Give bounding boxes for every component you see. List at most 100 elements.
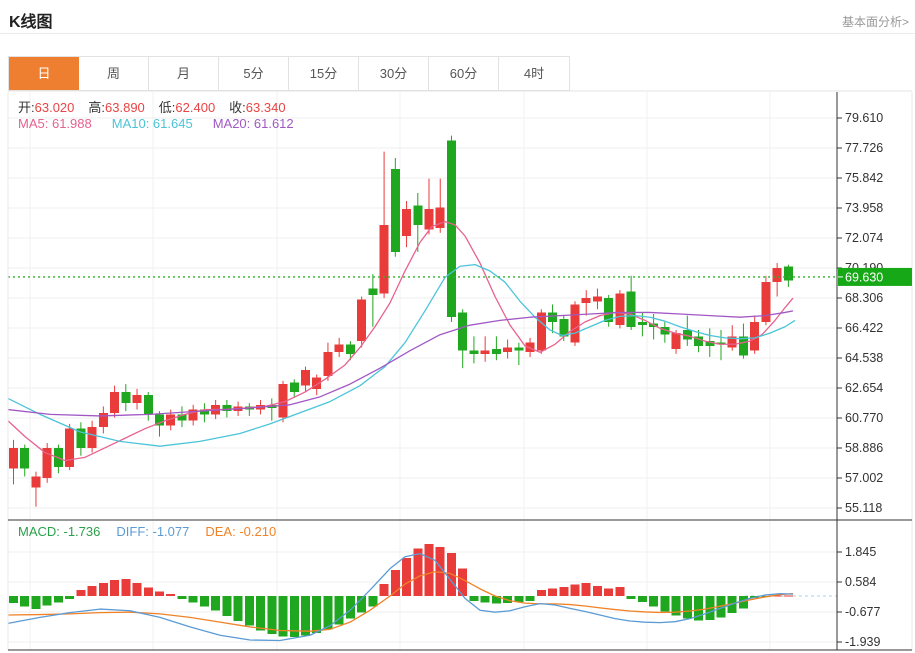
macd-bar bbox=[234, 596, 243, 621]
diff-value: DIFF: -1.077 bbox=[116, 524, 189, 539]
header-divider bbox=[0, 33, 915, 34]
candle-body bbox=[458, 312, 467, 350]
macd-bar bbox=[245, 596, 254, 626]
macd-bar bbox=[593, 586, 602, 596]
candle-body bbox=[380, 225, 389, 293]
y-axis-label: 77.726 bbox=[845, 141, 883, 155]
macd-bar bbox=[144, 588, 153, 596]
candle-body bbox=[469, 351, 478, 354]
macd-info: MACD: -1.736DIFF: -1.077DEA: -0.210 bbox=[18, 524, 292, 539]
ohlc-item-3: 收:63.340 bbox=[229, 100, 285, 115]
candle-body bbox=[301, 370, 310, 386]
macd-bar bbox=[784, 596, 793, 597]
candle-body bbox=[615, 293, 624, 325]
tab-30分[interactable]: 30分 bbox=[359, 57, 429, 90]
macd-bar bbox=[155, 592, 164, 596]
candle-body bbox=[335, 344, 344, 352]
candle-body bbox=[121, 392, 130, 403]
page-title: K线图 bbox=[9, 8, 53, 32]
candle-body bbox=[391, 169, 400, 252]
y-axis-label: 0.584 bbox=[845, 575, 876, 589]
macd-bar bbox=[425, 544, 434, 596]
macd-bar bbox=[65, 596, 74, 599]
macd-bar bbox=[43, 596, 52, 606]
candle-body bbox=[88, 427, 97, 448]
macd-bar bbox=[200, 596, 209, 607]
y-axis-label: 72.074 bbox=[845, 231, 883, 245]
candle-body bbox=[133, 395, 142, 403]
macd-bar bbox=[99, 583, 108, 596]
ma-info: MA5: 61.988MA10: 61.645MA20: 61.612 bbox=[18, 116, 314, 131]
macd-bar bbox=[121, 579, 130, 596]
macd-bar bbox=[660, 596, 669, 611]
macd-bar bbox=[380, 584, 389, 596]
candle-body bbox=[537, 312, 546, 350]
candle-body bbox=[582, 298, 591, 303]
macd-bar bbox=[20, 596, 29, 607]
macd-bar bbox=[683, 596, 692, 619]
y-axis-label: 68.306 bbox=[845, 291, 883, 305]
tab-周[interactable]: 周 bbox=[79, 57, 149, 90]
macd-bar bbox=[526, 596, 535, 601]
candle-body bbox=[447, 140, 456, 317]
macd-value: MACD: -1.736 bbox=[18, 524, 100, 539]
macd-bar bbox=[537, 590, 546, 596]
tab-4时[interactable]: 4时 bbox=[499, 57, 569, 90]
macd-bar bbox=[267, 596, 276, 634]
candle-body bbox=[290, 382, 299, 392]
candle-body bbox=[492, 349, 501, 354]
macd-bar bbox=[627, 596, 636, 599]
candle-body bbox=[672, 333, 681, 349]
macd-bar bbox=[31, 596, 40, 609]
candle-body bbox=[368, 289, 377, 295]
candle-body bbox=[593, 297, 602, 302]
candle-body bbox=[627, 292, 636, 327]
macd-bar bbox=[110, 580, 119, 596]
y-axis-label: 1.845 bbox=[845, 545, 876, 559]
macd-bar bbox=[368, 596, 377, 607]
candle-body bbox=[357, 300, 366, 341]
candle-body bbox=[144, 395, 153, 414]
macd-bar bbox=[559, 587, 568, 596]
macd-bar bbox=[638, 596, 647, 602]
kline-widget: K线图 基本面分析> 日周月5分15分30分60分4时 开:63.020高:63… bbox=[0, 0, 915, 653]
candle-body bbox=[323, 352, 332, 376]
macd-bar bbox=[256, 596, 265, 630]
macd-bar bbox=[481, 596, 490, 603]
candle-body bbox=[402, 209, 411, 236]
y-axis-label: 57.002 bbox=[845, 471, 883, 485]
macd-bar bbox=[548, 588, 557, 596]
fundamental-analysis-link[interactable]: 基本面分析> bbox=[842, 13, 909, 30]
macd-bar bbox=[54, 596, 63, 603]
macd-bar bbox=[76, 590, 85, 596]
macd-bar bbox=[402, 558, 411, 596]
ohlc-item-2: 低:62.400 bbox=[159, 100, 215, 115]
candle-body bbox=[503, 347, 512, 352]
tab-日[interactable]: 日 bbox=[9, 57, 79, 90]
macd-bar bbox=[615, 587, 624, 596]
y-axis-label: 58.886 bbox=[845, 441, 883, 455]
candle-body bbox=[9, 448, 18, 469]
y-axis-label: -1.939 bbox=[845, 635, 880, 649]
ma10-value: MA10: 61.645 bbox=[112, 116, 193, 131]
macd-bar bbox=[571, 585, 580, 596]
tab-bar: 日周月5分15分30分60分4时 bbox=[8, 56, 570, 91]
candle-body bbox=[571, 304, 580, 342]
macd-bar bbox=[177, 596, 186, 599]
candle-body bbox=[20, 448, 29, 469]
tab-月[interactable]: 月 bbox=[149, 57, 219, 90]
macd-bar bbox=[413, 548, 422, 596]
candle-body bbox=[638, 322, 647, 325]
macd-bar bbox=[189, 596, 198, 603]
y-axis-label: 62.654 bbox=[845, 381, 883, 395]
candle-body bbox=[346, 344, 355, 354]
tab-60分[interactable]: 60分 bbox=[429, 57, 499, 90]
current-price-value: 69.630 bbox=[845, 270, 883, 284]
candle-body bbox=[110, 392, 119, 413]
tab-5分[interactable]: 5分 bbox=[219, 57, 289, 90]
y-axis-label: -0.677 bbox=[845, 605, 880, 619]
tab-15分[interactable]: 15分 bbox=[289, 57, 359, 90]
y-axis-label: 66.422 bbox=[845, 321, 883, 335]
ohlc-item-0: 开:63.020 bbox=[18, 100, 74, 115]
macd-bar bbox=[133, 583, 142, 596]
